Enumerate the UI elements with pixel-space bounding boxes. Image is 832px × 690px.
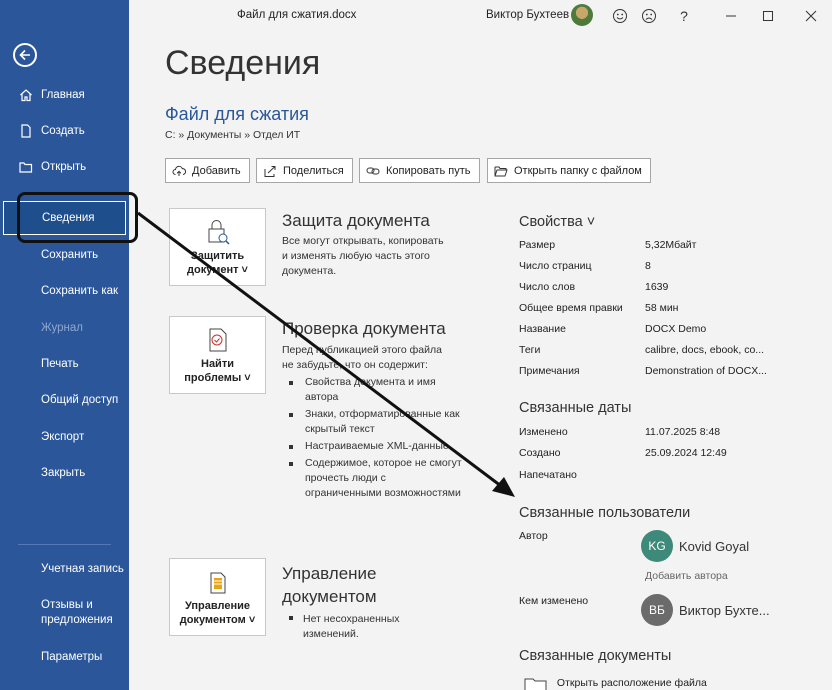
protect-document-button[interactable]: Защитить документ ˅ [169, 208, 266, 286]
prop-label: Число слов [519, 281, 576, 293]
manage-document-button[interactable]: Управление документом ˅ [169, 558, 266, 636]
list-item: Знаки, отформатированные как скрытый тек… [282, 407, 462, 437]
backstage-nav: Главная Создать Открыть Сведения Сохрани… [0, 0, 129, 690]
back-button[interactable] [13, 43, 37, 67]
minimize-icon[interactable] [721, 6, 741, 26]
prop-comments-field[interactable]: Demonstration of DOCX... [645, 365, 767, 377]
file-title: Файл для сжатия [165, 104, 309, 124]
nav-save-as[interactable]: Сохранить как [0, 276, 129, 306]
add-button[interactable]: Добавить [165, 158, 250, 183]
info-page: Сведения Файл для сжатия C: » Документы … [129, 32, 832, 690]
nav-info[interactable]: Сведения [3, 201, 126, 235]
related-dates-title: Связанные даты [519, 400, 632, 416]
new-doc-icon [19, 124, 33, 138]
open-folder-button[interactable]: Открыть папку с файлом [487, 158, 651, 183]
inspect-bullet-list: Свойства документа и имя автора Знаки, о… [282, 375, 462, 503]
modified-by-avatar[interactable]: ВБ [641, 594, 673, 626]
folder-icon [19, 160, 33, 174]
prop-label: Размер [519, 239, 556, 251]
prop-value: 5,32Мбайт [645, 239, 697, 251]
nav-feedback[interactable]: Отзывы и предложения [0, 598, 129, 634]
prop-label: Примечания [519, 365, 580, 377]
prop-label: Общее время правки [519, 302, 623, 314]
list-item: Настраиваемые XML-данные [282, 439, 462, 454]
manage-document-icon [210, 572, 226, 594]
title-bar: Файл для сжатия.docx Виктор Бухтеев ? [129, 0, 832, 32]
home-icon [19, 88, 33, 102]
prop-value: 58 мин [645, 302, 679, 314]
lock-icon [208, 220, 230, 245]
prop-value: 1639 [645, 281, 669, 293]
properties-dropdown[interactable]: Свойства ˅ [519, 214, 595, 230]
prop-label: Теги [519, 344, 541, 356]
protect-section-text: Все могут открывать, копировать и изменя… [282, 235, 444, 277]
file-path-breadcrumb: C: » Документы » Отдел ИТ [165, 129, 301, 141]
prop-label: Название [519, 323, 566, 335]
related-documents-title: Связанные документы [519, 648, 672, 664]
frown-icon[interactable] [639, 6, 659, 26]
list-item: Содержимое, которое не смогут прочесть л… [282, 456, 462, 501]
date-label: Напечатано [519, 469, 577, 481]
link-icon [366, 164, 380, 178]
inspect-section-text: Перед публикацией этого файла не забудьт… [282, 344, 442, 371]
back-arrow-icon [19, 49, 30, 61]
cloud-upload-icon [172, 164, 186, 178]
inspect-document-icon [209, 328, 227, 352]
nav-save[interactable]: Сохранить [0, 240, 129, 270]
share-button[interactable]: Поделиться [256, 158, 353, 183]
smile-icon[interactable] [610, 6, 630, 26]
folder-icon [524, 678, 547, 690]
help-icon[interactable]: ? [674, 6, 694, 26]
folder-open-icon [494, 164, 508, 178]
maximize-icon[interactable] [758, 6, 778, 26]
related-people-title: Связанные пользователи [519, 505, 691, 521]
modified-by-label: Кем изменено [519, 595, 589, 607]
nav-export[interactable]: Экспорт [0, 422, 129, 452]
nav-share[interactable]: Общий доступ [0, 385, 129, 415]
nav-open[interactable]: Открыть [0, 152, 129, 182]
protect-section-title: Защита документа [282, 211, 430, 230]
inspect-section-title: Проверка документа [282, 319, 446, 338]
date-value: 25.09.2024 12:49 [645, 447, 727, 459]
author-avatar[interactable]: KG [641, 530, 673, 562]
copy-path-button[interactable]: Копировать путь [359, 158, 480, 183]
date-label: Изменено [519, 426, 568, 438]
list-item: Свойства документа и имя автора [282, 375, 462, 405]
close-icon[interactable] [801, 6, 821, 26]
author-name[interactable]: Kovid Goyal [679, 539, 749, 554]
page-title: Сведения [165, 44, 321, 82]
open-file-location-link[interactable]: Открыть расположение файла [524, 677, 707, 690]
window-title: Файл для сжатия.docx [237, 9, 357, 21]
share-icon [263, 164, 277, 178]
nav-print[interactable]: Печать [0, 349, 129, 379]
prop-label: Число страниц [519, 260, 592, 272]
prop-tags-field[interactable]: calibre, docs, ebook, co... [645, 344, 764, 356]
nav-divider [18, 544, 111, 545]
check-issues-button[interactable]: Найти проблемы ˅ [169, 316, 266, 394]
add-author-link[interactable]: Добавить автора [645, 570, 728, 582]
nav-history: Журнал [41, 322, 83, 334]
nav-close[interactable]: Закрыть [0, 458, 129, 488]
nav-new[interactable]: Создать [0, 116, 129, 146]
author-label: Автор [519, 530, 548, 542]
nav-home[interactable]: Главная [0, 80, 129, 110]
nav-account[interactable]: Учетная запись [0, 554, 129, 584]
account-name[interactable]: Виктор Бухтеев [486, 9, 569, 21]
unsaved-changes-status: Нет несохраненных изменений. [282, 612, 400, 642]
date-label: Создано [519, 447, 561, 459]
modified-by-name[interactable]: Виктор Бухте... [679, 603, 770, 618]
nav-options[interactable]: Параметры [0, 642, 129, 672]
date-value: 11.07.2025 8:48 [645, 426, 721, 438]
manage-section-title: Управление документом [282, 564, 377, 606]
prop-title-field[interactable]: DOCX Demo [645, 323, 706, 335]
prop-value: 8 [645, 260, 651, 272]
user-avatar[interactable] [571, 4, 593, 26]
